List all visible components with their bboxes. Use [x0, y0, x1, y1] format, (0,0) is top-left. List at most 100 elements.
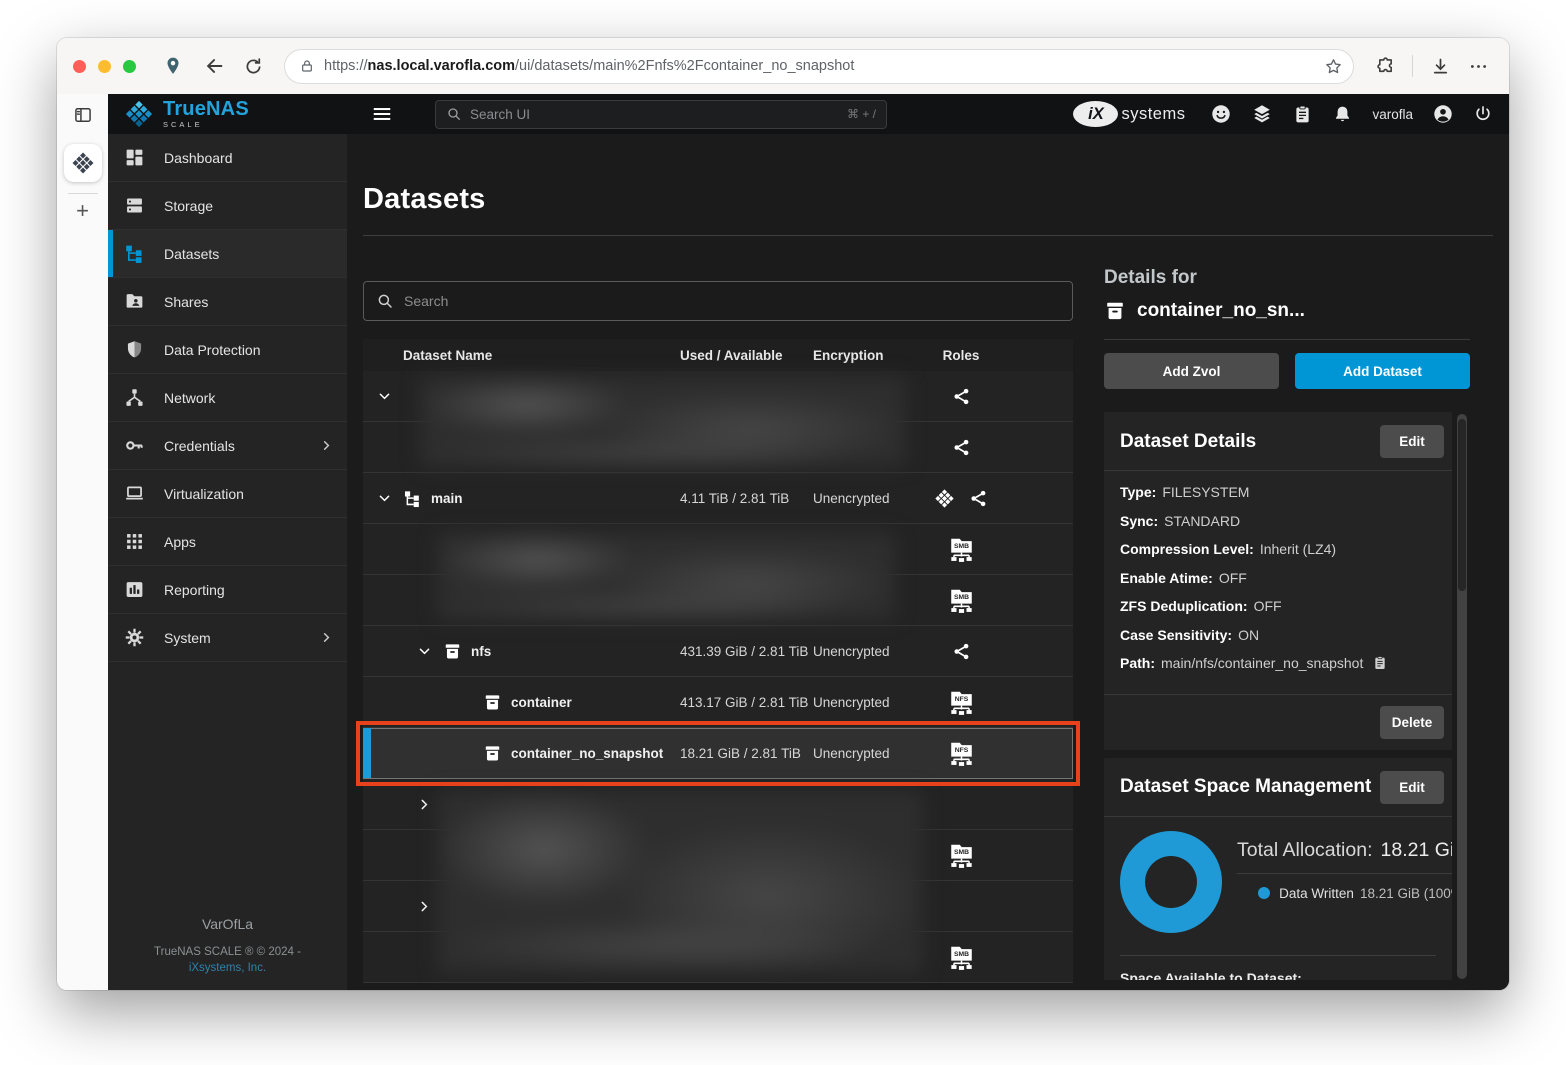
global-search[interactable]: ⌘ + / [435, 100, 887, 129]
sidebar-item-apps[interactable]: Apps [108, 518, 347, 566]
redacted-region [420, 376, 906, 467]
storage-icon [122, 195, 146, 216]
total-allocation-label: Total Allocation: [1237, 839, 1373, 861]
url-path: /ui/datasets/main%2Fnfs%2Fcontainer_no_s… [515, 58, 854, 74]
detail-field-label: Sync: [1120, 513, 1158, 529]
smb-icon[interactable]: SMB [949, 536, 974, 563]
detail-field: Compression Level:Inherit (LZ4) [1120, 541, 1436, 557]
dataset-details-fields: Type:FILESYSTEMSync:STANDARDCompression … [1104, 471, 1452, 694]
dataset-search[interactable] [363, 281, 1073, 321]
browser-window: https://nas.local.varofla.com/ui/dataset… [57, 38, 1509, 990]
detail-field: Enable Atime:OFF [1120, 570, 1436, 586]
hostname-label: VarOfLa [108, 916, 347, 932]
share-icon[interactable] [969, 489, 988, 508]
delete-dataset-button[interactable]: Delete [1380, 706, 1444, 739]
svg-text:NFS: NFS [954, 696, 968, 703]
sidebar-item-system[interactable]: System [108, 614, 347, 662]
browser-chrome: https://nas.local.varofla.com/ui/dataset… [57, 38, 1509, 94]
zoom-window-button[interactable] [123, 60, 136, 73]
key-icon [122, 435, 146, 456]
app-header: TrueNAS SCALE ⌘ + / iX systems [108, 94, 1509, 134]
new-tab-button[interactable]: + [76, 200, 89, 222]
svg-text:SMB: SMB [953, 594, 968, 601]
dataset-name-label: main [431, 491, 463, 506]
active-tab[interactable] [64, 144, 102, 182]
feedback-smiley-icon[interactable] [1210, 103, 1232, 125]
column-dataset-name: Dataset Name [363, 348, 680, 363]
dataset-icon [443, 642, 462, 661]
sidebar-item-datasets[interactable]: Datasets [108, 230, 347, 278]
dataset-details-card: Dataset Details Edit Type:FILESYSTEMSync… [1104, 412, 1452, 750]
sidebar-item-shares[interactable]: Shares [108, 278, 347, 326]
details-scrollbar[interactable] [1457, 414, 1467, 979]
copy-path-icon[interactable] [1372, 655, 1388, 671]
sidebar-item-reporting[interactable]: Reporting [108, 566, 347, 614]
share-icon[interactable] [952, 642, 971, 661]
sidebar-item-dashboard[interactable]: Dashboard [108, 134, 347, 182]
share-icon[interactable] [952, 387, 971, 406]
back-button[interactable] [200, 51, 230, 81]
truenas-brand: TrueNAS SCALE [108, 99, 347, 129]
detail-field: Case Sensitivity:ON [1120, 627, 1436, 643]
nfs-icon[interactable]: NFS [949, 689, 974, 716]
roles-cell: SMB [911, 587, 1011, 614]
downloads-icon[interactable] [1425, 51, 1455, 81]
ixsystems-logo: iX systems [1073, 101, 1185, 127]
dataset-row-container_no_snapshot[interactable]: container_no_snapshot18.21 GiB / 2.81 Ti… [363, 728, 1073, 779]
sidebar-item-label: Dashboard [164, 150, 333, 166]
edit-space-management-button[interactable]: Edit [1380, 771, 1444, 804]
sidebar-item-virtualization[interactable]: Virtualization [108, 470, 347, 518]
dataset-row-container[interactable]: container413.17 GiB / 2.81 TiBUnencrypte… [363, 677, 1073, 728]
scrollbar-thumb[interactable] [1458, 419, 1466, 591]
add-dataset-button[interactable]: Add Dataset [1295, 353, 1470, 389]
power-icon[interactable] [1473, 104, 1493, 124]
header-actions: iX systems varofla [1073, 101, 1509, 127]
smb-icon[interactable]: SMB [949, 842, 974, 869]
account-icon[interactable] [1432, 103, 1454, 125]
add-zvol-button[interactable]: Add Zvol [1104, 353, 1279, 389]
smb-icon[interactable]: SMB [949, 944, 974, 971]
collapse-row-icon[interactable] [377, 389, 403, 404]
url-bar[interactable]: https://nas.local.varofla.com/ui/dataset… [284, 49, 1354, 84]
browser-menu-icon[interactable] [1463, 51, 1493, 81]
collapse-row-icon[interactable] [377, 491, 403, 506]
sidebar-item-data-protection[interactable]: Data Protection [108, 326, 347, 374]
edit-dataset-details-button[interactable]: Edit [1380, 425, 1444, 458]
share-icon[interactable] [952, 438, 971, 457]
minimize-window-button[interactable] [98, 60, 111, 73]
detail-field-label: ZFS Deduplication: [1120, 598, 1248, 614]
table-header: Dataset Name Used / Available Encryption… [363, 339, 1073, 371]
dataset-row-main[interactable]: main4.11 TiB / 2.81 TiBUnencrypted [363, 473, 1073, 524]
smb-icon[interactable]: SMB [949, 587, 974, 614]
jobs-clipboard-icon[interactable] [1292, 104, 1313, 125]
truenas-icon[interactable] [934, 488, 955, 509]
legend-value: 18.21 GiB (100%) [1360, 886, 1452, 901]
collapse-row-icon[interactable] [417, 644, 443, 659]
sidebar-item-storage[interactable]: Storage [108, 182, 347, 230]
used-available-value: 4.11 TiB / 2.81 TiB [680, 491, 813, 506]
detail-field-label: Enable Atime: [1120, 570, 1213, 586]
dataset-row-nfs[interactable]: nfs431.39 GiB / 2.81 TiBUnencrypted [363, 626, 1073, 677]
dashboard-icon [122, 147, 146, 168]
vertical-tab-strip: + [57, 94, 108, 990]
sidebar: Dashboard StorageDatasetsSharesData Prote… [108, 134, 347, 990]
nfs-icon[interactable]: NFS [949, 740, 974, 767]
sidebar-item-network[interactable]: Network [108, 374, 347, 422]
search-icon [446, 106, 462, 122]
bookmark-star-icon[interactable] [1324, 57, 1343, 76]
ixsystems-link[interactable]: iXsystems, Inc. [108, 962, 347, 974]
sidebar-item-credentials[interactable]: Credentials [108, 422, 347, 470]
tab-divider [68, 193, 98, 194]
used-available-value: 18.21 GiB / 2.81 TiB [680, 746, 813, 761]
notifications-bell-icon[interactable] [1332, 104, 1353, 125]
toggle-sidebar-icon[interactable] [68, 100, 98, 130]
column-encryption: Encryption [813, 348, 911, 363]
extensions-icon[interactable] [1370, 51, 1400, 81]
menu-toggle-icon[interactable] [371, 103, 393, 125]
global-search-input[interactable] [470, 107, 839, 122]
dataset-table-section: Dataset Name Used / Available Encryption… [363, 236, 1073, 983]
reload-button[interactable] [238, 51, 268, 81]
dataset-search-input[interactable] [404, 293, 1060, 309]
close-window-button[interactable] [73, 60, 86, 73]
truecommand-icon[interactable] [1251, 103, 1273, 125]
